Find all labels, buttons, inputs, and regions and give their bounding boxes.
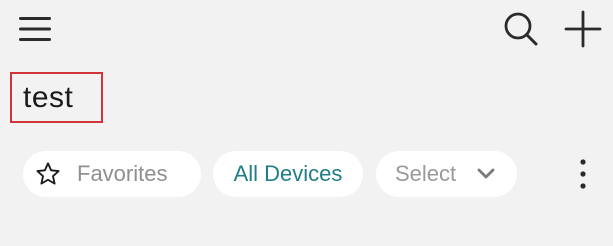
chevron-down-icon bbox=[476, 164, 496, 184]
select-label: Select bbox=[395, 161, 457, 186]
page-title: test bbox=[23, 81, 74, 114]
more-options-button[interactable] bbox=[571, 156, 595, 192]
favorites-chip[interactable]: Favorites bbox=[23, 151, 201, 197]
star-outline-icon bbox=[35, 161, 61, 187]
menu-button[interactable] bbox=[18, 12, 54, 46]
select-dropdown[interactable]: Select bbox=[376, 151, 517, 197]
more-vertical-icon bbox=[580, 159, 586, 189]
hamburger-menu-icon bbox=[19, 17, 51, 41]
all-devices-chip[interactable]: All Devices bbox=[213, 151, 363, 197]
all-devices-label: All Devices bbox=[233, 161, 343, 186]
plus-icon bbox=[564, 10, 602, 48]
search-button[interactable] bbox=[500, 8, 542, 50]
search-icon bbox=[504, 12, 538, 46]
favorites-label: Favorites bbox=[77, 161, 168, 186]
add-button[interactable] bbox=[562, 8, 604, 50]
